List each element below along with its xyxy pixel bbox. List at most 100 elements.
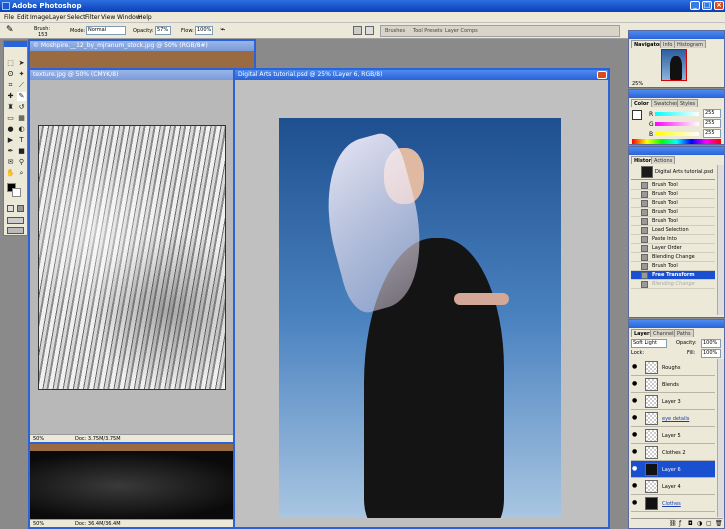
- hand-icon[interactable]: ✋: [6, 169, 15, 178]
- r-field[interactable]: 255: [703, 109, 721, 118]
- eye-icon[interactable]: ●: [632, 398, 638, 404]
- healing-brush-icon[interactable]: ✚: [6, 92, 15, 101]
- history-item[interactable]: Brush Tool: [631, 199, 715, 208]
- history-item[interactable]: Load Selection: [631, 226, 715, 235]
- layer-row[interactable]: ● Layer 4: [631, 478, 715, 495]
- minimize-icon[interactable]: _: [690, 1, 700, 10]
- navigator-thumbnail[interactable]: [661, 49, 687, 81]
- maximize-icon[interactable]: □: [702, 1, 712, 10]
- g-field[interactable]: 255: [703, 119, 721, 128]
- doc-close-icon[interactable]: [597, 71, 607, 79]
- layer-row[interactable]: ● Clothes: [631, 495, 715, 512]
- navigator-zoom[interactable]: 25%: [632, 81, 643, 87]
- eye-icon[interactable]: ●: [632, 500, 638, 506]
- g-slider[interactable]: [655, 122, 699, 126]
- zoom-icon[interactable]: ⌕: [17, 169, 26, 178]
- adjustment-icon[interactable]: ◑: [697, 520, 702, 527]
- quickmask-icon[interactable]: [17, 205, 24, 212]
- well-tab-brushes[interactable]: Brushes: [385, 28, 405, 34]
- color-fg-swatch[interactable]: [632, 110, 642, 120]
- layer-opacity-field[interactable]: 100%: [701, 339, 721, 348]
- well-tab-layer-comps[interactable]: Layer Comps: [445, 28, 478, 34]
- menu-view[interactable]: View: [101, 14, 115, 21]
- screen-mode-icon[interactable]: [7, 217, 24, 224]
- lasso-icon[interactable]: ʘ: [6, 70, 15, 79]
- gradient-icon[interactable]: ▦: [17, 114, 26, 123]
- layer-row[interactable]: ● Layer 5: [631, 427, 715, 444]
- tab-paths[interactable]: Paths: [674, 329, 694, 337]
- well-tab-tool-presets[interactable]: Tool Presets: [413, 28, 443, 34]
- jump-to-imageready-icon[interactable]: [7, 227, 24, 234]
- history-snapshot[interactable]: Digital Arts tutorial.psd: [631, 165, 715, 180]
- menu-file[interactable]: File: [4, 14, 14, 21]
- eyedropper-icon[interactable]: ⚲: [17, 158, 26, 167]
- blur-icon[interactable]: ●: [6, 125, 15, 134]
- history-item[interactable]: Brush Tool: [631, 181, 715, 190]
- new-layer-icon[interactable]: ▢: [706, 520, 712, 527]
- tab-styles[interactable]: Styles: [677, 99, 699, 107]
- menu-select[interactable]: Select: [67, 14, 86, 21]
- history-item[interactable]: Brush Tool: [631, 208, 715, 217]
- pen-icon[interactable]: ✒: [6, 147, 15, 156]
- eye-icon[interactable]: ●: [632, 449, 638, 455]
- magic-wand-icon[interactable]: ✦: [17, 70, 26, 79]
- layer-row[interactable]: ● eye details: [631, 410, 715, 427]
- history-item[interactable]: Brush Tool: [631, 190, 715, 199]
- type-icon[interactable]: T: [17, 136, 26, 145]
- link-layers-icon[interactable]: ⛓: [669, 520, 677, 527]
- tab-color[interactable]: Color: [631, 99, 652, 107]
- standard-mode-icon[interactable]: [7, 205, 14, 212]
- history-item-undone[interactable]: Blending Change: [631, 280, 715, 289]
- layer-row[interactable]: ● Clothes 2: [631, 444, 715, 461]
- clone-stamp-icon[interactable]: ♜: [6, 103, 15, 112]
- dodge-icon[interactable]: ◐: [17, 125, 26, 134]
- history-item[interactable]: Layer Order: [631, 244, 715, 253]
- tab-actions[interactable]: Actions: [651, 156, 676, 164]
- blend-mode-select[interactable]: Soft Light: [631, 339, 667, 348]
- menu-edit[interactable]: Edit: [17, 14, 29, 21]
- r-slider[interactable]: [655, 112, 699, 116]
- close-icon[interactable]: ×: [714, 1, 724, 10]
- texture-document-window[interactable]: texture.jpg @ 50% (CMYK/8) 50% Doc: 3.75…: [28, 68, 240, 444]
- trash-icon[interactable]: 🗑: [715, 520, 723, 527]
- eye-icon[interactable]: ●: [632, 466, 638, 472]
- history-item[interactable]: Paste Into: [631, 235, 715, 244]
- brush-size[interactable]: 153: [38, 32, 48, 38]
- history-scrollbar[interactable]: [717, 165, 724, 315]
- airbrush-icon[interactable]: ⌁: [220, 25, 225, 35]
- woman-artwork-canvas[interactable]: [279, 118, 561, 518]
- shape-icon[interactable]: ■: [17, 147, 26, 156]
- history-brush-icon[interactable]: ↺: [17, 103, 26, 112]
- layer-row[interactable]: ● Layer 3: [631, 393, 715, 410]
- color-ramp[interactable]: [632, 139, 721, 144]
- crop-icon[interactable]: ⌗: [6, 81, 15, 90]
- file-browser-icon[interactable]: [365, 26, 374, 35]
- eye-icon[interactable]: ●: [632, 415, 638, 421]
- brush-tool-icon[interactable]: ✎: [6, 25, 14, 35]
- flow-field[interactable]: 100%: [195, 26, 213, 35]
- slice-icon[interactable]: ⟋: [17, 81, 26, 90]
- fill-field[interactable]: 100%: [701, 349, 721, 358]
- eye-icon[interactable]: ●: [632, 432, 638, 438]
- menu-filter[interactable]: Filter: [85, 14, 100, 21]
- menu-image[interactable]: Image: [30, 14, 49, 21]
- main-document-window[interactable]: Digital Arts tutorial.psd @ 25% (Layer 6…: [233, 68, 610, 529]
- opacity-field[interactable]: 57%: [155, 26, 171, 35]
- layer-style-icon[interactable]: ƒ: [679, 520, 681, 527]
- layer-row[interactable]: ● Roughs: [631, 359, 715, 376]
- history-item[interactable]: Blending Change: [631, 253, 715, 262]
- marquee-icon[interactable]: ⬚: [6, 59, 15, 68]
- tab-histogram[interactable]: Histogram: [674, 40, 706, 48]
- b-field[interactable]: 255: [703, 129, 721, 138]
- layers-scrollbar[interactable]: [717, 359, 724, 517]
- workspace-icon[interactable]: [353, 26, 362, 35]
- mode-select[interactable]: Normal: [86, 26, 126, 35]
- notes-icon[interactable]: ✉: [6, 158, 15, 167]
- history-item[interactable]: Brush Tool: [631, 217, 715, 226]
- brush-icon[interactable]: ✎: [17, 92, 26, 101]
- eye-icon[interactable]: ●: [632, 381, 638, 387]
- layer-row[interactable]: ● Blends: [631, 376, 715, 393]
- history-item-selected[interactable]: Free Transform: [631, 271, 715, 280]
- menu-layer[interactable]: Layer: [49, 14, 66, 21]
- background-color-swatch[interactable]: [12, 188, 21, 197]
